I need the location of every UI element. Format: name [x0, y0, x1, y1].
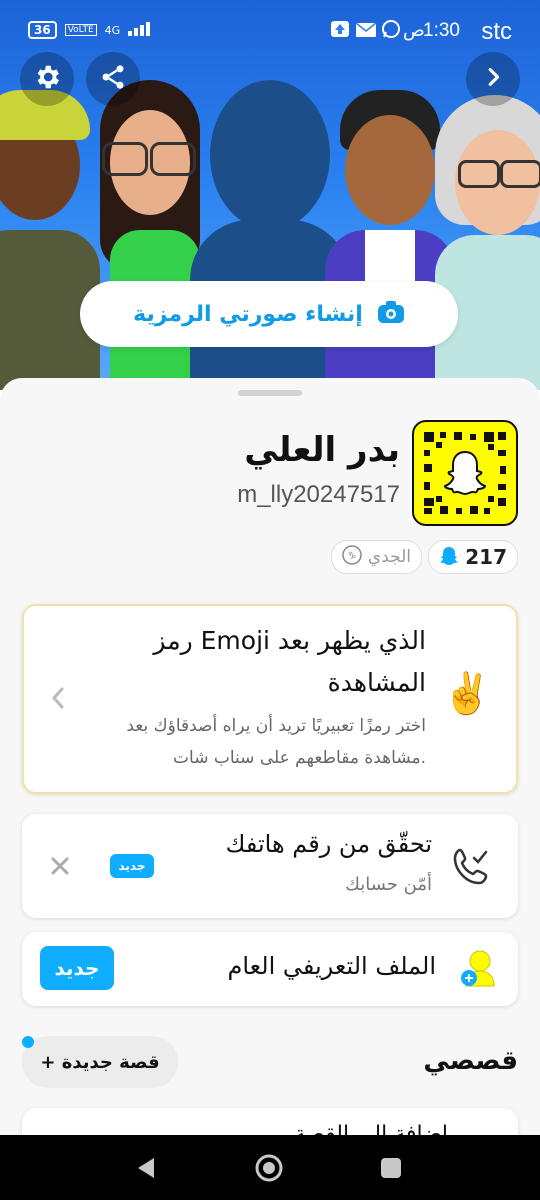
whatsapp-icon [381, 19, 401, 43]
signal-icon [128, 20, 156, 40]
home-circle-icon[interactable] [254, 1153, 284, 1187]
verify-phone-card[interactable]: تحقّق من رقم هاتفك أمّن حسابك جديد [22, 814, 518, 918]
network-type: 4G [104, 23, 121, 37]
snapcode[interactable] [412, 420, 518, 526]
my-stories-heading: قصصي [423, 1046, 518, 1076]
notification-dot [22, 1036, 34, 1048]
close-icon[interactable] [50, 856, 70, 880]
period-label: ص [403, 20, 425, 41]
add-public-profile-icon [460, 948, 496, 992]
create-avatar-button[interactable]: إنشاء صورتي الرمزية [80, 281, 458, 347]
avatar-illustration-right [430, 95, 540, 390]
recents-square-icon[interactable] [380, 1157, 402, 1183]
public-profile-card[interactable]: الملف التعريفي العام جديد [22, 932, 518, 1006]
new-badge: جديد [110, 854, 154, 878]
emoji-card-title: رمز Emoji الذي يظهر بعد المشاهدة [153, 626, 426, 697]
camera-icon [377, 300, 405, 328]
status-left: 36 VoLTE 4G [28, 20, 156, 40]
create-avatar-label: إنشاء صورتي الرمزية [133, 301, 363, 327]
clock: 1:30 [423, 20, 460, 41]
mail-icon [355, 22, 377, 41]
emoji-after-view-card[interactable]: ✌️ رمز Emoji الذي يظهر بعد المشاهدة اختر… [22, 604, 518, 794]
upload-icon [330, 20, 350, 42]
chevron-left-icon [50, 686, 66, 714]
verify-phone-subtitle: أمّن حسابك [345, 874, 432, 895]
avatar-hero-banner: إنشاء صورتي الرمزية [0, 0, 540, 390]
zodiac-chip[interactable]: ♑ الجدي [330, 540, 422, 574]
carrier-name: stc [481, 18, 512, 45]
emoji-card-description: اختر رمزًا تعبيريًا تريد أن يراه أصدقاؤك… [126, 716, 426, 768]
chevron-right-icon [482, 66, 504, 92]
settings-button[interactable] [20, 52, 74, 106]
zodiac-label: الجدي [367, 547, 411, 567]
ghost-icon [439, 545, 459, 569]
back-button[interactable] [466, 52, 520, 106]
snapscore-value: 217 [465, 545, 507, 569]
volte-indicator: VoLTE [64, 24, 97, 36]
profile-sheet: بدر العلي m_lly20247517 217 ♑ الجدي ✌️ ر… [0, 378, 540, 1148]
phone-check-icon [450, 846, 492, 892]
sheet-drag-handle[interactable] [238, 390, 302, 396]
new-story-button[interactable]: + قصة جديدة [22, 1036, 178, 1088]
victory-hand-icon: ✌️ [442, 671, 492, 717]
new-badge[interactable]: جديد [40, 946, 114, 990]
new-story-label: + قصة جديدة [40, 1051, 160, 1073]
gear-icon [32, 62, 62, 96]
back-triangle-icon[interactable] [134, 1155, 158, 1185]
username: m_lly20247517 [237, 481, 400, 508]
capricorn-icon: ♑ [342, 545, 362, 569]
share-icon [99, 63, 127, 95]
battery-indicator: 36 [28, 21, 57, 39]
share-button[interactable] [86, 52, 140, 106]
display-name: بدر العلي [244, 430, 400, 470]
snapscore-chip[interactable]: 217 [428, 540, 518, 574]
android-nav-bar [0, 1135, 540, 1200]
status-bar: 36 VoLTE 4G ص 1:30 stc [0, 0, 540, 50]
public-profile-title: الملف التعريفي العام [227, 952, 437, 980]
verify-phone-title: تحقّق من رقم هاتفك [225, 830, 432, 858]
svg-text:♑: ♑ [347, 551, 356, 562]
